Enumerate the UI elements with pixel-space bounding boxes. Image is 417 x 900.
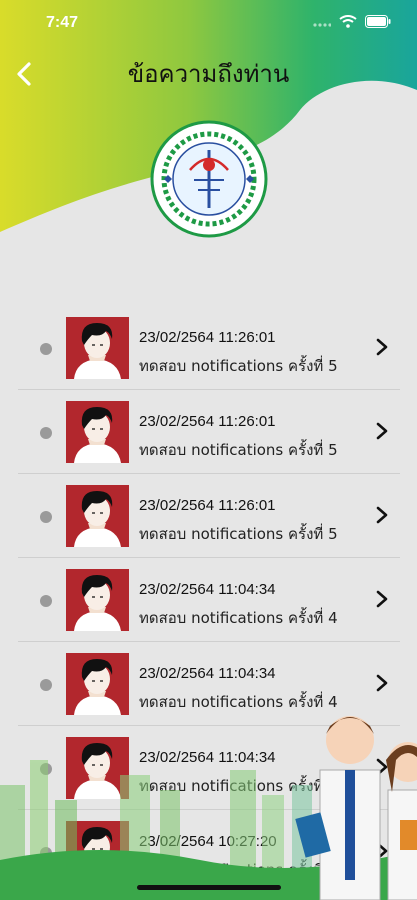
message-datetime: 23/02/2564 11:26:01 (139, 329, 276, 346)
message-row[interactable]: 23/02/2564 11:26:01 ทดสอบ notifications ค… (18, 474, 400, 558)
battery-icon (365, 15, 391, 28)
message-datetime: 23/02/2564 11:04:34 (139, 749, 276, 766)
message-row[interactable]: 23/02/2564 11:04:34 ทดสอบ notifications ค… (18, 726, 400, 810)
chevron-right-icon[interactable] (374, 672, 390, 694)
message-text: ทดสอบ notifications ครั้งที่ 4 (139, 609, 338, 627)
message-datetime: 23/02/2564 10:27:20 (139, 833, 277, 850)
chevron-right-icon[interactable] (374, 420, 390, 442)
chevron-right-icon[interactable] (374, 756, 390, 778)
avatar (66, 317, 129, 379)
message-row[interactable]: 23/02/2564 11:26:01 ทดสอบ notifications ค… (18, 390, 400, 474)
cooperative-logo (150, 120, 268, 238)
user-avatar-icon (74, 323, 121, 379)
avatar (66, 737, 129, 799)
status-time: 7:47 (46, 14, 79, 31)
avatar (66, 821, 129, 883)
user-avatar-icon (74, 743, 121, 799)
user-avatar-icon (74, 659, 121, 715)
unread-dot-icon (40, 511, 52, 523)
user-avatar-icon (74, 575, 121, 631)
wifi-icon (339, 15, 357, 28)
avatar (66, 401, 129, 463)
message-row[interactable]: 23/02/2564 11:04:34 ทดสอบ notifications ค… (18, 642, 400, 726)
message-row[interactable]: 23/02/2564 10:27:20 ทดสอบ notifications ค… (18, 810, 400, 894)
unread-dot-icon (40, 679, 52, 691)
chevron-right-icon[interactable] (374, 840, 390, 862)
avatar (66, 485, 129, 547)
message-row[interactable]: 23/02/2564 11:04:34 ทดสอบ notifications ค… (18, 558, 400, 642)
message-text: ทดสอบ notifications ครั้งที่ 4 (139, 777, 338, 795)
chevron-right-icon[interactable] (374, 588, 390, 610)
user-avatar-icon (74, 407, 121, 463)
signal-icon (313, 22, 331, 27)
user-avatar-icon (74, 827, 121, 883)
message-row[interactable]: 23/02/2564 11:26:01 ทดสอบ notifications ค… (18, 306, 400, 390)
message-datetime: 23/02/2564 11:26:01 (139, 413, 276, 430)
avatar (66, 653, 129, 715)
message-list: 23/02/2564 11:26:01 ทดสอบ notifications ค… (18, 306, 400, 894)
user-avatar-icon (74, 491, 121, 547)
unread-dot-icon (40, 595, 52, 607)
unread-dot-icon (40, 343, 52, 355)
message-text: ทดสอบ notifications ครั้งที่ 5 (139, 357, 338, 375)
chevron-right-icon[interactable] (374, 504, 390, 526)
page-title: ข้อความถึงท่าน (127, 60, 290, 88)
message-text: ทดสอบ notifications ครั้งที่ 5 (139, 525, 338, 543)
message-datetime: 23/02/2564 11:04:34 (139, 665, 276, 682)
avatar (66, 569, 129, 631)
message-text: ทดสอบ notifications ครั้งที่ 3 (139, 861, 338, 879)
chevron-right-icon[interactable] (374, 336, 390, 358)
message-datetime: 23/02/2564 11:26:01 (139, 497, 276, 514)
message-text: ทดสอบ notifications ครั้งที่ 4 (139, 693, 338, 711)
unread-dot-icon (40, 427, 52, 439)
unread-dot-icon (40, 847, 52, 859)
message-text: ทดสอบ notifications ครั้งที่ 5 (139, 441, 338, 459)
message-datetime: 23/02/2564 11:04:34 (139, 581, 276, 598)
home-indicator[interactable] (137, 885, 281, 890)
status-bar: 7:47 (0, 0, 417, 44)
unread-dot-icon (40, 763, 52, 775)
